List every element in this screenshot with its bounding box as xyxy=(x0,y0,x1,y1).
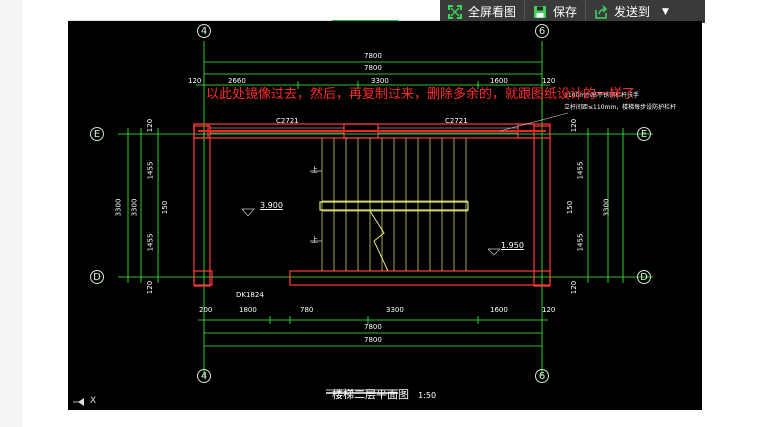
dim-bottom-right-end: 120 xyxy=(542,306,556,314)
dim-left-1455-b: 1455 xyxy=(146,233,155,252)
dim-top-right-end: 120 xyxy=(542,77,556,85)
dim-bottom-seg-2: 780 xyxy=(300,306,314,314)
share-icon xyxy=(594,4,608,19)
dim-top-seg-1: 2660 xyxy=(228,77,246,85)
fullscreen-button[interactable]: 全屏看图 xyxy=(440,0,524,23)
axis-6-top-bubble: 6 xyxy=(535,24,549,38)
railing-callout-2: 立杆间距≤110mm，楼梯每步设防护栏杆 xyxy=(564,104,677,111)
level-mark-1: 3.900 xyxy=(260,201,283,210)
dim-right-150: 150 xyxy=(566,200,575,215)
send-to-button[interactable]: 发送到 ▼ xyxy=(585,0,677,23)
dim-left-total: 3300 xyxy=(114,198,123,217)
save-label: 保存 xyxy=(553,5,578,19)
axis-e-left-bubble: E xyxy=(90,127,104,141)
viewer-toolbar: 全屏看图 保存 发送到 ▼ xyxy=(440,0,705,23)
chevron-down-icon: ▼ xyxy=(662,6,669,17)
dim-top-seg-2: 3300 xyxy=(371,77,389,85)
axis-e-right-bubble: E xyxy=(637,127,651,141)
fullscreen-label: 全屏看图 xyxy=(468,5,517,19)
level-mark-2: 1.950 xyxy=(501,241,524,250)
dim-bottom-left-end: 200 xyxy=(199,306,213,314)
dim-right-bottom-120: 120 xyxy=(570,280,579,295)
dim-right-1455-a: 1455 xyxy=(576,161,585,180)
axis-d-right-bubble: D xyxy=(637,270,651,284)
dim-left-150: 150 xyxy=(161,200,170,215)
window-label-left: C2721 xyxy=(276,117,299,125)
dim-right-top-120: 120 xyxy=(570,118,579,133)
send-to-label: 发送到 xyxy=(614,5,651,19)
door-label: DK1824 xyxy=(236,291,264,299)
top-input-strip xyxy=(68,0,440,21)
cad-drawing-canvas[interactable]: 4 6 4 6 E D E D 7800 7800 120 2660 3300 … xyxy=(68,21,702,410)
dim-bottom-overall-2: 7800 xyxy=(364,336,382,344)
dim-left-1455-a: 1455 xyxy=(146,161,155,180)
dim-top-seg-3: 1600 xyxy=(490,77,508,85)
dim-right-1455-b: 1455 xyxy=(576,233,585,252)
save-icon xyxy=(533,5,547,19)
axis-6-bottom-bubble: 6 xyxy=(535,369,549,383)
fullscreen-icon xyxy=(448,4,462,19)
dim-left-total-inner: 3300 xyxy=(130,198,139,217)
dim-bottom-seg-1: 1800 xyxy=(239,306,257,314)
drawing-scale: 1:50 xyxy=(418,391,437,400)
axis-4-top-bubble: 4 xyxy=(197,24,211,38)
axis-d-left-bubble: D xyxy=(90,270,104,284)
dim-bottom-seg-3: 3300 xyxy=(386,306,404,314)
drawing-title: 楼梯二层平面图 1:50 xyxy=(332,383,436,402)
ucs-icon: X xyxy=(90,396,97,406)
dim-left-top-120: 120 xyxy=(146,118,155,133)
up-mark-1: 上 xyxy=(311,166,318,174)
dim-top-left-end: 120 xyxy=(188,77,202,85)
drawing-title-text: 楼梯二层平面图 xyxy=(332,388,409,401)
window-label-right: C2721 xyxy=(445,117,468,125)
dim-right-total: 3300 xyxy=(602,198,611,217)
dim-left-bottom-120: 120 xyxy=(146,280,155,295)
dim-top-overall-2: 7800 xyxy=(364,64,382,72)
dim-bottom-seg-4: 1600 xyxy=(490,306,508,314)
annotation-note: 以此处镜像过去，然后，再复制过来，删除多余的，就跟图纸设计的一样了 xyxy=(206,87,636,102)
axis-4-bottom-bubble: 4 xyxy=(197,369,211,383)
dim-top-overall-1: 7800 xyxy=(364,52,382,60)
dim-bottom-overall-1: 7800 xyxy=(364,323,382,331)
save-button[interactable]: 保存 xyxy=(524,0,585,23)
up-mark-2: 上 xyxy=(311,236,318,244)
